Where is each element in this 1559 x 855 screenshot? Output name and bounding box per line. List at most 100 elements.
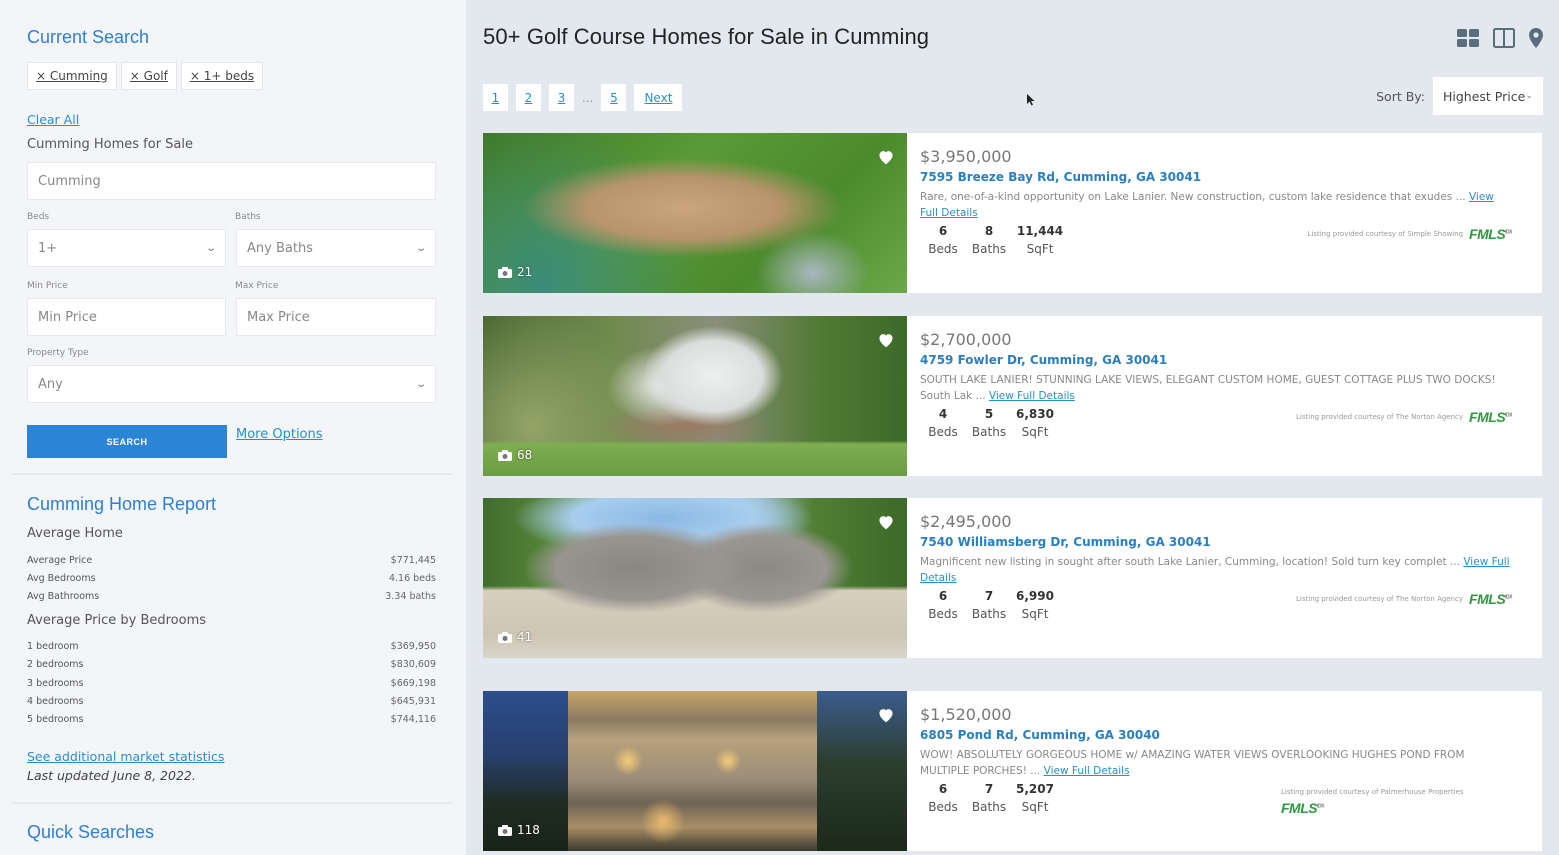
baths-select[interactable]: Any Baths ⌄ <box>236 229 436 267</box>
max-price-input[interactable]: Max Price <box>236 298 436 336</box>
fmls-logo: FMLSIDX <box>1469 591 1512 607</box>
stat-value: 3.34 baths <box>385 591 436 602</box>
courtesy-text: Listing provided courtesy of The Norton … <box>1296 595 1464 603</box>
listing-photo[interactable]: 118 <box>483 691 907 851</box>
min-price-label: Min Price <box>27 281 68 291</box>
stat-value: $645,931 <box>390 696 436 707</box>
photo-count: 41 <box>498 630 532 644</box>
map-pin-icon[interactable] <box>1529 28 1543 52</box>
property-type-select[interactable]: Any ⌄ <box>27 365 436 403</box>
listing-description: SOUTH LAKE LANIER! STUNNING LAKE VIEWS, … <box>920 372 1512 404</box>
view-full-details-link[interactable]: View Full Details <box>1044 765 1130 777</box>
listing-price: $1,520,000 <box>920 705 1012 724</box>
photo-count-value: 68 <box>517 448 533 462</box>
baths-value: 7 <box>984 589 994 603</box>
pagination: 1 2 3 ... 5 Next <box>483 84 683 111</box>
baths-value: 5 <box>984 407 994 421</box>
listing-card[interactable]: 21 $3,950,000 7595 Breeze Bay Rd, Cummin… <box>483 133 1542 293</box>
stat-value: $744,116 <box>390 714 436 725</box>
favorite-heart-icon[interactable] <box>877 707 895 727</box>
beds-value: 4 <box>938 407 948 421</box>
listing-description: Rare, one-of-a-kind opportunity on Lake … <box>920 189 1512 221</box>
stat-value: $830,609 <box>390 659 436 670</box>
photo-count: 118 <box>498 823 540 837</box>
chevron-down-icon: ⌄ <box>1525 91 1533 101</box>
property-type-label: Property Type <box>27 348 89 358</box>
page-title: 50+ Golf Course Homes for Sale in Cummin… <box>483 24 930 49</box>
view-full-details-link[interactable]: View Full Details <box>989 390 1075 402</box>
mouse-cursor-icon <box>1027 91 1035 110</box>
fmls-logo-sup: IDX <box>1505 594 1512 601</box>
favorite-heart-icon[interactable] <box>877 149 895 169</box>
photo-count-value: 21 <box>517 265 533 279</box>
listing-courtesy: Listing provided courtesy of Palmerhouse… <box>1281 788 1463 816</box>
filter-chip-cumming[interactable]: × Cumming <box>27 62 117 90</box>
market-statistics-link[interactable]: See additional market statistics <box>27 749 224 764</box>
listing-price: $3,950,000 <box>920 147 1012 166</box>
sqft-value: 11,444 <box>1016 224 1064 238</box>
baths-value: 8 <box>984 224 994 238</box>
listing-description: Magnificent new listing in sought after … <box>920 554 1512 586</box>
search-button[interactable]: SEARCH <box>27 425 227 458</box>
beds-label: Beds <box>928 242 958 256</box>
stat-label: Avg Bathrooms <box>27 591 100 602</box>
quick-searches-title: Quick Searches <box>27 822 155 842</box>
stat-value: $771,445 <box>390 555 436 566</box>
sqft-label: SqFt <box>1021 425 1049 439</box>
split-view-icon[interactable] <box>1493 28 1515 52</box>
min-price-input[interactable]: Min Price <box>27 298 226 336</box>
listing-courtesy: Listing provided courtesy of The Norton … <box>1296 591 1512 607</box>
stat-bedroom-row: 2 bedrooms $830,609 <box>27 659 436 670</box>
listing-photo[interactable]: 21 <box>483 133 907 293</box>
price-by-bedrooms-heading: Average Price by Bedrooms <box>27 613 207 628</box>
listing-address-link[interactable]: 4759 Fowler Dr, Cumming, GA 30041 <box>920 353 1512 367</box>
average-home-heading: Average Home <box>27 526 123 541</box>
stat-label: Avg Bedrooms <box>27 573 96 584</box>
listing-address-link[interactable]: 6805 Pond Rd, Cumming, GA 30040 <box>920 728 1512 742</box>
camera-icon <box>498 266 512 278</box>
listing-address-link[interactable]: 7540 Williamsberg Dr, Cumming, GA 30041 <box>920 535 1512 549</box>
favorite-heart-icon[interactable] <box>877 332 895 352</box>
active-filter-chips: × Cumming × Golf × 1+ beds <box>27 62 264 90</box>
listing-card[interactable]: 41 $2,495,000 7540 Williamsberg Dr, Cumm… <box>483 498 1542 658</box>
more-options-link[interactable]: More Options <box>236 427 323 442</box>
listing-price: $2,495,000 <box>920 512 1012 531</box>
page-5-button[interactable]: 5 <box>601 84 627 111</box>
page-1-button[interactable]: 1 <box>483 84 508 111</box>
location-input[interactable]: Cumming <box>27 162 436 200</box>
stat-label: 4 bedrooms <box>27 696 84 707</box>
chevron-down-icon: ⌄ <box>414 242 427 254</box>
stat-avg-bathrooms: Avg Bathrooms 3.34 baths <box>27 591 436 602</box>
baths-label: Baths <box>235 212 261 222</box>
fmls-logo-sup: IDX <box>1505 412 1512 419</box>
filter-chip-beds[interactable]: × 1+ beds <box>180 62 264 90</box>
listing-courtesy: Listing provided courtesy of Simple Show… <box>1307 226 1512 242</box>
filter-chip-golf[interactable]: × Golf <box>120 62 177 90</box>
grid-view-icon[interactable] <box>1457 29 1479 51</box>
stat-bedroom-row: 3 bedrooms $669,198 <box>27 678 436 689</box>
fmls-logo-text: FMLS <box>1469 226 1506 242</box>
next-page-button[interactable]: Next <box>634 84 683 111</box>
sort-select[interactable]: Highest Price ⌄ <box>1433 77 1543 115</box>
listing-card[interactable]: 68 $2,700,000 4759 Fowler Dr, Cumming, G… <box>483 316 1542 476</box>
sort-control: Sort By: Highest Price ⌄ <box>1376 77 1543 115</box>
stat-label: 1 bedroom <box>27 641 79 652</box>
beds-select[interactable]: 1+ ⌄ <box>27 229 226 267</box>
baths-label: Baths <box>971 242 1007 256</box>
favorite-heart-icon[interactable] <box>877 514 895 534</box>
stat-value: $669,198 <box>390 678 436 689</box>
beds-value: 6 <box>938 224 948 238</box>
camera-icon <box>498 824 512 836</box>
clear-all-link[interactable]: Clear All <box>27 112 79 127</box>
min-price-placeholder: Min Price <box>38 309 97 325</box>
stat-value: 4.16 beds <box>388 573 436 584</box>
beds-label: Beds <box>928 800 958 814</box>
page-3-button[interactable]: 3 <box>549 84 574 111</box>
listing-address-link[interactable]: 7595 Breeze Bay Rd, Cumming, GA 30041 <box>920 170 1512 184</box>
beds-value: 6 <box>938 589 948 603</box>
listing-photo[interactable]: 68 <box>483 316 907 476</box>
listing-photo[interactable]: 41 <box>483 498 907 658</box>
page-2-button[interactable]: 2 <box>516 84 541 111</box>
baths-label: Baths <box>971 607 1007 621</box>
listing-card[interactable]: 118 $1,520,000 6805 Pond Rd, Cumming, GA… <box>483 691 1542 851</box>
